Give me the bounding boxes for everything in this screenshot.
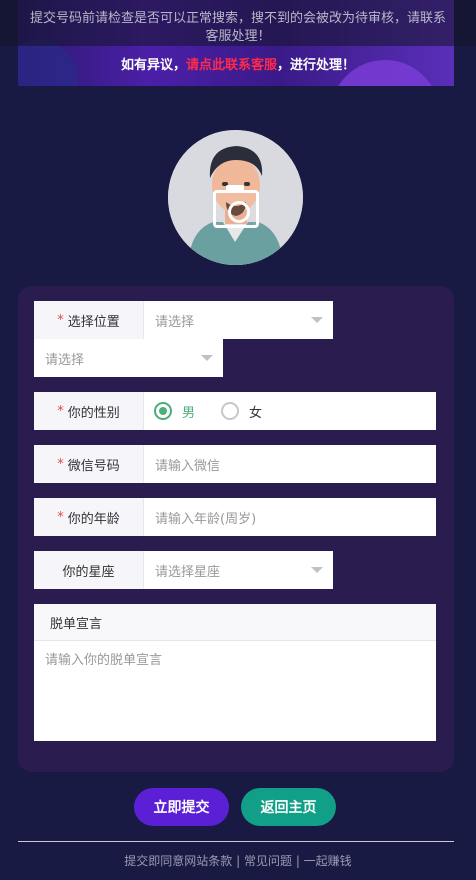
radio-checked-icon (154, 402, 172, 420)
age-row: * 你的年龄 请输入年龄(周岁) (34, 498, 436, 536)
required-mark: * (57, 509, 64, 525)
dispute-line: 如有异议，请点此联系客服，进行处理！ (0, 54, 476, 73)
zodiac-placeholder: 请选择星座 (155, 564, 221, 580)
wechat-input[interactable]: 请输入微信 (144, 445, 436, 483)
footer: 提交即同意网站条款 | 常见问题 | 一起赚钱 (0, 852, 476, 869)
declaration-box: 脱单宣言 请输入你的脱单宣言 (34, 604, 436, 741)
gender-label-text: 你的性别 (67, 405, 120, 421)
dispute-prefix: 如有异议， (120, 58, 186, 73)
location-select-1-value: 请选择 (155, 314, 195, 330)
gender-radio-group: 男 女 (144, 392, 436, 430)
home-button[interactable]: 返回主页 (241, 788, 336, 826)
zodiac-select[interactable]: 请选择星座 (144, 551, 333, 589)
wechat-label-text: 微信号码 (67, 458, 120, 474)
location-select-2[interactable]: 请选择 (34, 339, 223, 377)
required-mark: * (57, 403, 64, 419)
zodiac-label-text: 你的星座 (62, 564, 115, 580)
radio-unchecked-icon (221, 402, 240, 420)
footer-earn-link[interactable]: 一起赚钱 (304, 854, 352, 868)
footer-divider (18, 841, 454, 842)
age-label: * 你的年龄 (34, 498, 144, 536)
gender-option-female: 女 (249, 405, 263, 421)
location-row-2: 请选择 (34, 339, 223, 377)
required-mark: * (57, 456, 64, 472)
location-label: * 选择位置 (34, 301, 144, 339)
gender-radio-female[interactable]: 女 (221, 402, 262, 421)
zodiac-row: 你的星座 请选择星座 (34, 551, 333, 589)
location-select-2-value: 请选择 (45, 352, 85, 368)
zodiac-label: 你的星座 (34, 551, 144, 589)
notice-bar: 提交号码前请检查是否可以正常搜索，搜不到的会被改为待审核，请联系客服处理！ (0, 0, 476, 46)
chevron-down-icon (201, 355, 213, 361)
location-row: * 选择位置 请选择 (34, 301, 333, 339)
declaration-placeholder: 请输入你的脱单宣言 (45, 653, 163, 668)
footer-separator: | (292, 854, 304, 868)
wechat-label: * 微信号码 (34, 445, 144, 483)
camera-icon[interactable] (213, 185, 259, 228)
age-placeholder: 请输入年龄(周岁) (155, 511, 257, 527)
wechat-placeholder: 请输入微信 (155, 458, 221, 474)
chevron-down-icon (311, 567, 323, 573)
gender-row: * 你的性别 男 女 (34, 392, 436, 430)
declaration-textarea[interactable]: 请输入你的脱单宣言 (34, 641, 436, 676)
required-mark: * (57, 312, 64, 328)
gender-option-male: 男 (182, 405, 196, 421)
gender-label: * 你的性别 (34, 392, 144, 430)
chevron-down-icon (311, 317, 323, 323)
gender-radio-male[interactable]: 男 (154, 402, 195, 421)
submit-button[interactable]: 立即提交 (134, 788, 229, 826)
footer-faq-link[interactable]: 常见问题 (244, 854, 292, 868)
location-select-1[interactable]: 请选择 (144, 301, 333, 339)
footer-terms-link[interactable]: 提交即同意网站条款 (124, 854, 232, 868)
location-label-text: 选择位置 (67, 314, 120, 330)
age-label-text: 你的年龄 (67, 511, 120, 527)
contact-support-link[interactable]: 请点此联系客服 (186, 58, 277, 73)
wechat-row: * 微信号码 请输入微信 (34, 445, 436, 483)
dispute-suffix: ，进行处理！ (277, 58, 356, 73)
footer-separator: | (232, 854, 244, 868)
declaration-label: 脱单宣言 (34, 604, 436, 641)
age-input[interactable]: 请输入年龄(周岁) (144, 498, 436, 536)
